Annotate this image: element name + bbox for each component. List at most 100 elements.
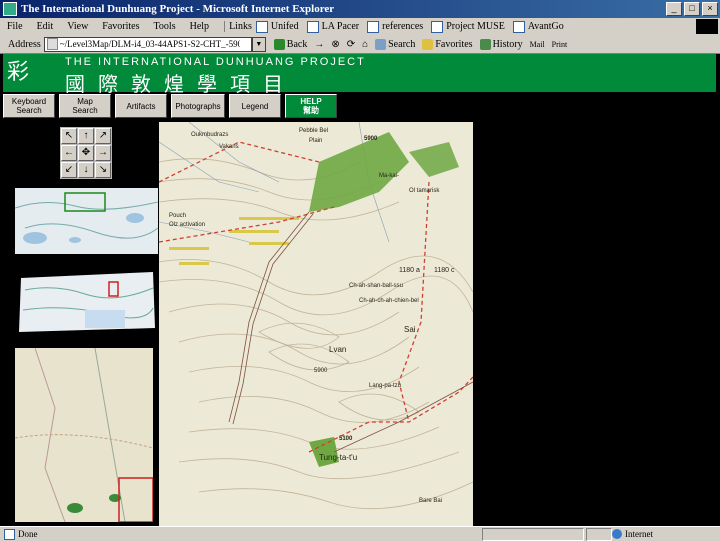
forward-button[interactable]: →	[314, 39, 324, 50]
map-label: Pebble Bel	[299, 128, 328, 134]
address-field[interactable]	[43, 36, 252, 52]
print-button[interactable]: Print	[552, 40, 568, 49]
nav-label: Keyboard	[11, 97, 47, 106]
address-input[interactable]	[59, 39, 240, 49]
close-button[interactable]: ×	[702, 2, 718, 16]
address-dropdown-button[interactable]: ▼	[251, 36, 266, 52]
address-bar: Address ▼ Back → ⊗ ⟳ ⌂ Search Favorites …	[0, 35, 720, 54]
page-icon	[46, 38, 58, 50]
page-icon	[4, 528, 15, 540]
minimize-button[interactable]: _	[666, 2, 682, 16]
pan-south-button[interactable]: ↓	[78, 162, 94, 178]
map-label: Oukmbudrazs	[191, 132, 228, 138]
map-label: Ol tamarisk	[409, 188, 440, 194]
pan-west-button[interactable]: ←	[61, 145, 77, 161]
favorites-button[interactable]: Favorites	[422, 38, 473, 50]
status-bar: Done Internet	[0, 526, 720, 541]
status-lock-pane	[586, 527, 612, 541]
history-label: History	[492, 38, 523, 50]
pan-east-button[interactable]: →	[95, 145, 111, 161]
title-bar: The International Dunhuang Project - Mic…	[0, 0, 720, 18]
refresh-button[interactable]: ⟳	[347, 39, 355, 50]
pan-northeast-button[interactable]: ↗	[95, 128, 111, 144]
map-label: Pouch	[169, 213, 186, 219]
favorites-icon	[422, 38, 434, 50]
menu-view[interactable]: View	[60, 21, 95, 32]
banner-english-title: THE INTERNATIONAL DUNHUANG PROJECT	[65, 56, 366, 68]
topo-map-graphic: Oukmbudrazs Pebble Bel Plain 5900 Vakans…	[159, 122, 473, 526]
keyboard-search-button[interactable]: Keyboard Search	[3, 94, 55, 118]
pan-southwest-button[interactable]: ↙	[61, 162, 77, 178]
main-topo-map[interactable]: Oukmbudrazs Pebble Bel Plain 5900 Vakans…	[159, 122, 473, 526]
links-label: Links	[224, 21, 256, 32]
pan-southeast-button[interactable]: ↘	[95, 162, 111, 178]
menu-bar: File Edit View Favorites Tools Help Link…	[0, 18, 720, 36]
page-icon	[367, 20, 380, 33]
search-label: Search	[388, 38, 416, 50]
web-page: 彩 THE INTERNATIONAL DUNHUANG PROJECT 國際敦…	[3, 54, 716, 526]
map-label: Vakans	[219, 144, 239, 150]
region-map-graphic	[15, 188, 158, 254]
link-la-pacer[interactable]: LA Pacer	[306, 20, 359, 33]
link-project-muse[interactable]: Project MUSE	[431, 20, 505, 33]
mail-button[interactable]: Mail	[530, 40, 545, 49]
help-button[interactable]: HELP 幫助	[285, 94, 337, 118]
sheet-map-graphic	[15, 270, 158, 334]
zone-label: Internet	[625, 529, 653, 539]
menu-help[interactable]: Help	[183, 21, 216, 32]
idp-banner: 彩 THE INTERNATIONAL DUNHUANG PROJECT 國際敦…	[3, 54, 716, 96]
menu-edit[interactable]: Edit	[30, 21, 61, 32]
maximize-button[interactable]: □	[684, 2, 700, 16]
page-icon	[306, 20, 319, 33]
nav-label: Search	[16, 106, 42, 115]
overview-map-region[interactable]	[15, 188, 158, 254]
artifacts-button[interactable]: Artifacts	[115, 94, 167, 118]
map-label: 5100	[339, 436, 353, 442]
map-label: Ch-ah-shan-ball-ssu	[349, 283, 403, 289]
link-unifed[interactable]: Unifed	[255, 20, 299, 33]
history-button[interactable]: History	[479, 38, 523, 50]
link-label: references	[382, 21, 424, 32]
status-label: Done	[18, 529, 38, 539]
pan-northwest-button[interactable]: ↖	[61, 128, 77, 144]
map-label: Bare Bai	[419, 498, 442, 504]
legend-button[interactable]: Legend	[229, 94, 281, 118]
page-icon	[431, 20, 444, 33]
overview-map-sheet[interactable]	[15, 270, 158, 334]
nav-label: Photographs	[175, 101, 221, 111]
link-references[interactable]: references	[367, 20, 424, 33]
link-label: Unifed	[270, 21, 299, 32]
map-label: 1180 c	[434, 267, 455, 274]
map-label: Lang-pa-tzu	[369, 383, 401, 389]
map-pan-pad: ↖ ↑ ↗ ← ✥ → ↙ ↓ ↘	[60, 127, 112, 179]
map-search-button[interactable]: Map Search	[59, 94, 111, 118]
map-label: 5900	[314, 368, 328, 374]
map-label: Tung-ta-t'u	[319, 453, 357, 462]
link-label: AvantGo	[527, 21, 564, 32]
menu-favorites[interactable]: Favorites	[95, 21, 146, 32]
menu-tools[interactable]: Tools	[147, 21, 183, 32]
link-avantgo[interactable]: AvantGo	[512, 20, 564, 33]
menu-file[interactable]: File	[0, 21, 30, 32]
detail-map-graphic	[15, 348, 153, 522]
map-label: Plain	[309, 138, 322, 144]
map-label: Sai	[404, 325, 416, 334]
pan-center-icon[interactable]: ✥	[78, 145, 94, 161]
photographs-button[interactable]: Photographs	[171, 94, 225, 118]
back-button[interactable]: Back	[273, 38, 307, 50]
overview-map-detail[interactable]	[15, 348, 153, 522]
nav-label: Legend	[241, 101, 269, 111]
pan-north-button[interactable]: ↑	[78, 128, 94, 144]
search-button[interactable]: Search	[375, 38, 416, 50]
map-label: 5900	[364, 136, 378, 142]
history-icon	[479, 38, 491, 50]
map-label: Ch-ah-ch-ah-chien-bel	[359, 298, 419, 304]
nav-label: Artifacts	[126, 101, 156, 111]
page-icon	[255, 20, 268, 33]
idp-logo: 彩	[7, 60, 30, 85]
nav-label: Map	[77, 97, 93, 106]
status-progress-pane	[482, 527, 584, 541]
nav-label: HELP	[300, 97, 322, 106]
stop-button[interactable]: ⊗	[331, 39, 339, 50]
home-button[interactable]: ⌂	[362, 39, 368, 50]
